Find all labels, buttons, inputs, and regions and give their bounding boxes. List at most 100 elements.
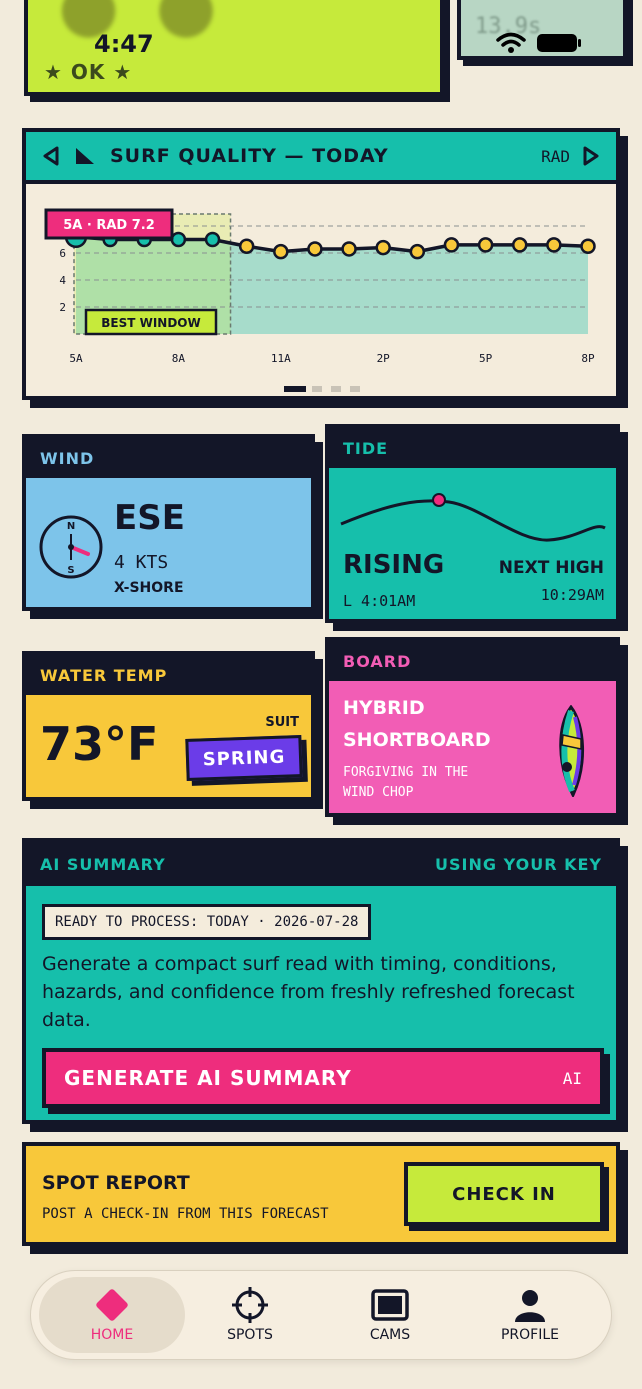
chart-point: [341, 241, 357, 257]
status-time: 4:47: [94, 30, 154, 58]
pager-dot: [284, 386, 306, 392]
water-temp-header: WATER TEMP: [26, 655, 311, 695]
chart-ytick: 2: [59, 301, 66, 314]
tide-label: TIDE: [343, 438, 389, 458]
water-temp-label: WATER TEMP: [40, 665, 168, 685]
spot-report-subtitle: POST A CHECK-IN FROM THIS FORECAST: [42, 1206, 329, 1222]
person-icon: [515, 1290, 545, 1322]
nav-home-label: HOME: [90, 1327, 134, 1343]
crosshair-icon: [232, 1287, 268, 1323]
battery-icon: [537, 34, 581, 52]
wind-direction: ESE: [114, 498, 185, 538]
board-name-line2: SHORTBOARD: [343, 729, 491, 751]
wind-header: WIND: [26, 438, 311, 478]
nav-spots-label: SPOTS: [227, 1327, 273, 1343]
nav-profile[interactable]: PROFILE: [457, 1277, 603, 1353]
chart-point: [546, 237, 562, 253]
tide-curve: [340, 493, 606, 542]
board-name-line1: HYBRID: [343, 697, 425, 719]
suit-badge: SPRING: [185, 734, 303, 782]
status-icons: [496, 32, 582, 54]
wind-type: X-SHORE: [114, 580, 184, 596]
spot-report-title: SPOT REPORT: [42, 1172, 190, 1194]
compass-s: S: [67, 565, 74, 576]
suit-label: SUIT: [265, 715, 299, 730]
surf-quality-title: SURF QUALITY — TODAY: [110, 145, 389, 167]
chevron-left-icon[interactable]: [42, 146, 60, 166]
spot-report-card: SPOT REPORT POST A CHECK-IN FROM THIS FO…: [22, 1142, 620, 1246]
chart-point: [477, 237, 494, 253]
tv-icon: [371, 1289, 409, 1321]
surf-mode-label[interactable]: RAD: [541, 147, 570, 166]
surf-quality-card: SURF QUALITY — TODAY RAD 2 4 6 5A 8A 11A 2P 5P 8…: [22, 128, 620, 400]
tide-low: L 4:01AM: [343, 592, 416, 610]
tide-card: TIDE RISING L 4:01AM NEXT HIGH 10:29AM: [325, 424, 620, 623]
chart-point: [443, 237, 460, 253]
ai-summary-header: AI SUMMARY USING YOUR KEY: [26, 842, 616, 886]
chart-point: [170, 231, 187, 248]
generate-ai-summary-label: GENERATE AI SUMMARY: [64, 1066, 352, 1090]
chart-xtick: 8P: [581, 352, 595, 365]
ai-summary-label: AI SUMMARY: [40, 854, 166, 874]
nav-home[interactable]: HOME: [39, 1277, 185, 1353]
nav-spots[interactable]: SPOTS: [177, 1277, 323, 1353]
wind-card: WIND N S ESE 4 KTS X-SHORE: [22, 434, 315, 611]
chart-xtick: 8A: [172, 352, 186, 365]
surf-quality-chart: 2 4 6 5A 8A 11A 2P 5P 8P 5A · RAD 7.2 BEST WINDOW: [44, 208, 596, 392]
nav-profile-label: PROFILE: [500, 1327, 560, 1343]
board-desc-line2: WIND CHOP: [343, 785, 414, 800]
chart-xtick: 5P: [479, 352, 493, 365]
generate-ai-summary-button[interactable]: GENERATE AI SUMMARY AI: [42, 1048, 604, 1108]
tide-header: TIDE: [329, 428, 616, 468]
compass-n: N: [67, 521, 75, 532]
chart-ytick: 6: [59, 247, 66, 260]
wind-speed: 4 KTS: [114, 552, 169, 573]
chart-point: [511, 237, 528, 253]
chart-point: [580, 238, 596, 254]
ai-description: Generate a compact surf read with timing…: [42, 953, 575, 1031]
chart-xtick: 2P: [377, 352, 391, 365]
tide-next-time: 10:29AM: [540, 586, 604, 604]
water-temp-card: WATER TEMP 73°F SUIT SPRING: [22, 651, 315, 801]
pager-dot: [350, 386, 360, 392]
pager-dot: [312, 386, 322, 392]
chart-point: [204, 231, 221, 248]
check-in-button[interactable]: CHECK IN: [404, 1162, 604, 1226]
best-window-label: BEST WINDOW: [101, 316, 201, 330]
surf-quality-header: SURF QUALITY — TODAY RAD: [26, 132, 616, 184]
board-label: BOARD: [343, 651, 412, 671]
hero-card: ● ● ★ OK ★: [24, 0, 444, 96]
ai-key-label: USING YOUR KEY: [435, 854, 602, 874]
chart-xtick: 11A: [271, 352, 291, 365]
nav-cams[interactable]: CAMS: [317, 1277, 463, 1353]
home-diamond-icon: [96, 1289, 128, 1321]
compass-icon: N S: [39, 515, 103, 579]
check-in-label: CHECK IN: [452, 1183, 556, 1205]
board-card: BOARD HYBRID SHORTBOARD FORGIVING IN THE…: [325, 637, 620, 817]
tide-next-label: NEXT HIGH: [498, 558, 604, 578]
pager-dot: [331, 386, 341, 392]
ai-summary-card: AI SUMMARY USING YOUR KEY READY TO PROCE…: [22, 838, 620, 1124]
chart-point: [409, 243, 426, 260]
flag-icon: [76, 148, 94, 164]
water-temp-value: 73°F: [40, 717, 159, 771]
chart-ytick: 4: [59, 274, 66, 287]
chart-point: [273, 243, 289, 260]
chart-xtick: 5A: [69, 352, 83, 365]
chart-point: [307, 241, 323, 257]
ai-ready-badge: READY TO PROCESS: TODAY · 2026-07-28: [42, 904, 372, 940]
chevron-right-icon[interactable]: [582, 146, 600, 166]
chart-tooltip: 5A · RAD 7.2: [63, 218, 155, 233]
nav-cams-label: CAMS: [369, 1327, 411, 1343]
chart-point: [238, 238, 255, 254]
tide-state: RISING: [343, 550, 445, 580]
wifi-icon: [496, 32, 526, 53]
board-desc-line1: FORGIVING IN THE: [343, 765, 469, 780]
wind-label: WIND: [40, 448, 95, 468]
hero-badge: ★ OK ★: [44, 60, 133, 84]
board-header: BOARD: [329, 641, 616, 681]
bottom-nav: HOME SPOTS CAMS PROFILE: [30, 1270, 612, 1360]
suit-value: SPRING: [202, 746, 286, 770]
ai-tag: AI: [562, 1068, 582, 1088]
surfboard-icon: [559, 705, 584, 797]
